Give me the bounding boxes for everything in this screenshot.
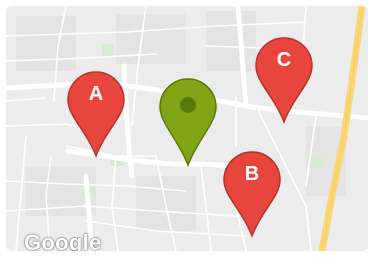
- map-pin-icon: [255, 37, 313, 125]
- map-view[interactable]: A C B Google: [6, 6, 368, 251]
- google-logo: Google: [24, 230, 102, 252]
- marker-current-location[interactable]: [158, 77, 218, 168]
- marker-b[interactable]: B: [222, 150, 282, 239]
- marker-c[interactable]: C: [254, 36, 314, 125]
- map-pin-icon: [223, 151, 281, 239]
- marker-a[interactable]: A: [66, 70, 126, 159]
- map-pin-icon: [67, 71, 125, 159]
- map-pin-dot-icon: [159, 78, 217, 168]
